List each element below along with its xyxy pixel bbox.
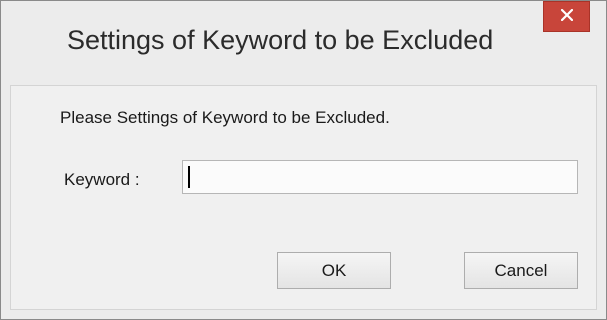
close-button[interactable] [543,1,590,32]
cancel-button[interactable]: Cancel [464,252,578,289]
text-caret [188,166,190,188]
title-bar[interactable]: Settings of Keyword to be Excluded [1,1,606,85]
keyword-label: Keyword : [64,170,140,189]
ok-button[interactable]: OK [277,252,391,289]
keyword-input[interactable] [182,160,578,194]
dialog-title: Settings of Keyword to be Excluded [67,25,494,55]
dialog-window: Settings of Keyword to be Excluded Pleas… [0,0,607,320]
dialog-body: Please Settings of Keyword to be Exclude… [10,85,597,310]
instruction-text: Please Settings of Keyword to be Exclude… [60,108,390,127]
close-icon [559,7,574,26]
